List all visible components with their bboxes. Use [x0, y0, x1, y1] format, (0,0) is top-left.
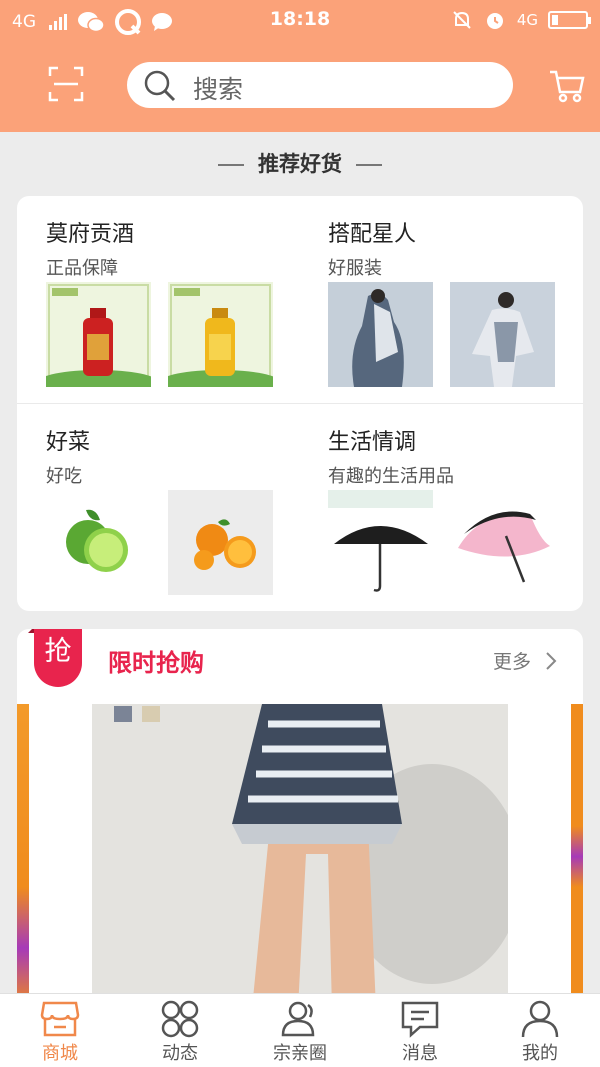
alarm-icon: [486, 13, 503, 29]
status-bar: 4G 18:18 4G: [0, 0, 600, 40]
product-thumb-pink-umbrella[interactable]: [450, 490, 555, 595]
nav-item-clan[interactable]: 宗亲圈: [240, 994, 360, 1067]
category-liquor[interactable]: 莫府贡酒 正品保障: [46, 216, 134, 280]
recommend-title: 推荐好货: [258, 152, 342, 176]
network-type-right: 4G: [516, 11, 538, 29]
nav-item-store[interactable]: 商城: [0, 994, 120, 1067]
banner-photo-skirt: [92, 704, 508, 1009]
category-title: 搭配星人: [328, 222, 417, 247]
product-thumb-yellow-liquor[interactable]: [168, 282, 273, 387]
people-icon: [281, 1001, 315, 1037]
recommend-card: 莫府贡酒 正品保障 搭配星人 好服装 好菜 好吃 生活情调 有趣的生活用品: [17, 196, 583, 611]
product-thumb-lime[interactable]: [46, 490, 151, 595]
cart-icon[interactable]: [548, 68, 586, 104]
flash-sale-badge: 抢: [28, 629, 82, 687]
product-thumb-black-umbrella[interactable]: [328, 490, 433, 595]
nav-item-messages[interactable]: 消息: [360, 994, 480, 1067]
chat-icon: [401, 1001, 439, 1038]
nav-label: 动态: [162, 1043, 198, 1064]
category-fashion[interactable]: 搭配星人 好服装: [328, 216, 416, 280]
more-link[interactable]: 更多: [493, 647, 531, 674]
banner-stripe-left: [17, 704, 29, 1009]
category-title: 好菜: [46, 430, 91, 455]
chevron-right-icon[interactable]: [545, 651, 557, 671]
divider: [17, 403, 583, 404]
category-subtitle: 好服装: [328, 258, 382, 279]
product-thumb-red-liquor[interactable]: [46, 282, 151, 387]
category-food[interactable]: 好菜 好吃: [46, 424, 90, 488]
section-title-recommend: 推荐好货: [0, 148, 600, 178]
product-thumb-fashion-2[interactable]: [450, 282, 555, 387]
battery-icon: [548, 11, 591, 29]
flash-sale-section: 抢 限时抢购 更多: [17, 629, 583, 1009]
flash-sale-title: 限时抢购: [108, 649, 204, 677]
nav-item-feed[interactable]: 动态: [120, 994, 240, 1067]
divider: [218, 164, 244, 166]
scan-icon[interactable]: [48, 66, 84, 102]
bottom-nav: 商城 动态 宗亲圈 消息 我的: [0, 993, 600, 1067]
store-icon: [40, 1001, 80, 1037]
person-icon: [521, 1000, 559, 1038]
search-input[interactable]: 搜索: [127, 62, 513, 108]
nav-label: 我的: [522, 1043, 558, 1064]
category-subtitle: 正品保障: [46, 258, 118, 279]
mute-icon: [453, 11, 471, 29]
nav-item-profile[interactable]: 我的: [480, 994, 600, 1067]
category-lifestyle[interactable]: 生活情调 有趣的生活用品: [328, 424, 454, 488]
product-thumb-orange[interactable]: [168, 490, 273, 595]
category-title: 生活情调: [328, 430, 417, 455]
divider: [356, 164, 382, 166]
category-subtitle: 好吃: [46, 466, 82, 487]
category-title: 莫府贡酒: [46, 222, 135, 247]
product-thumb-fashion-1[interactable]: [328, 282, 433, 387]
nav-label: 消息: [402, 1043, 438, 1064]
app-header: 4G 18:18 4G 搜索: [0, 0, 600, 132]
banner-stripe-right: [571, 704, 583, 1009]
category-subtitle: 有趣的生活用品: [328, 466, 454, 487]
search-placeholder: 搜索: [193, 75, 244, 104]
nav-label: 商城: [42, 1043, 78, 1064]
nav-label: 宗亲圈: [273, 1043, 327, 1064]
grid-icon: [161, 1000, 199, 1038]
flash-sale-banner[interactable]: [17, 704, 583, 1009]
search-icon: [144, 70, 176, 102]
